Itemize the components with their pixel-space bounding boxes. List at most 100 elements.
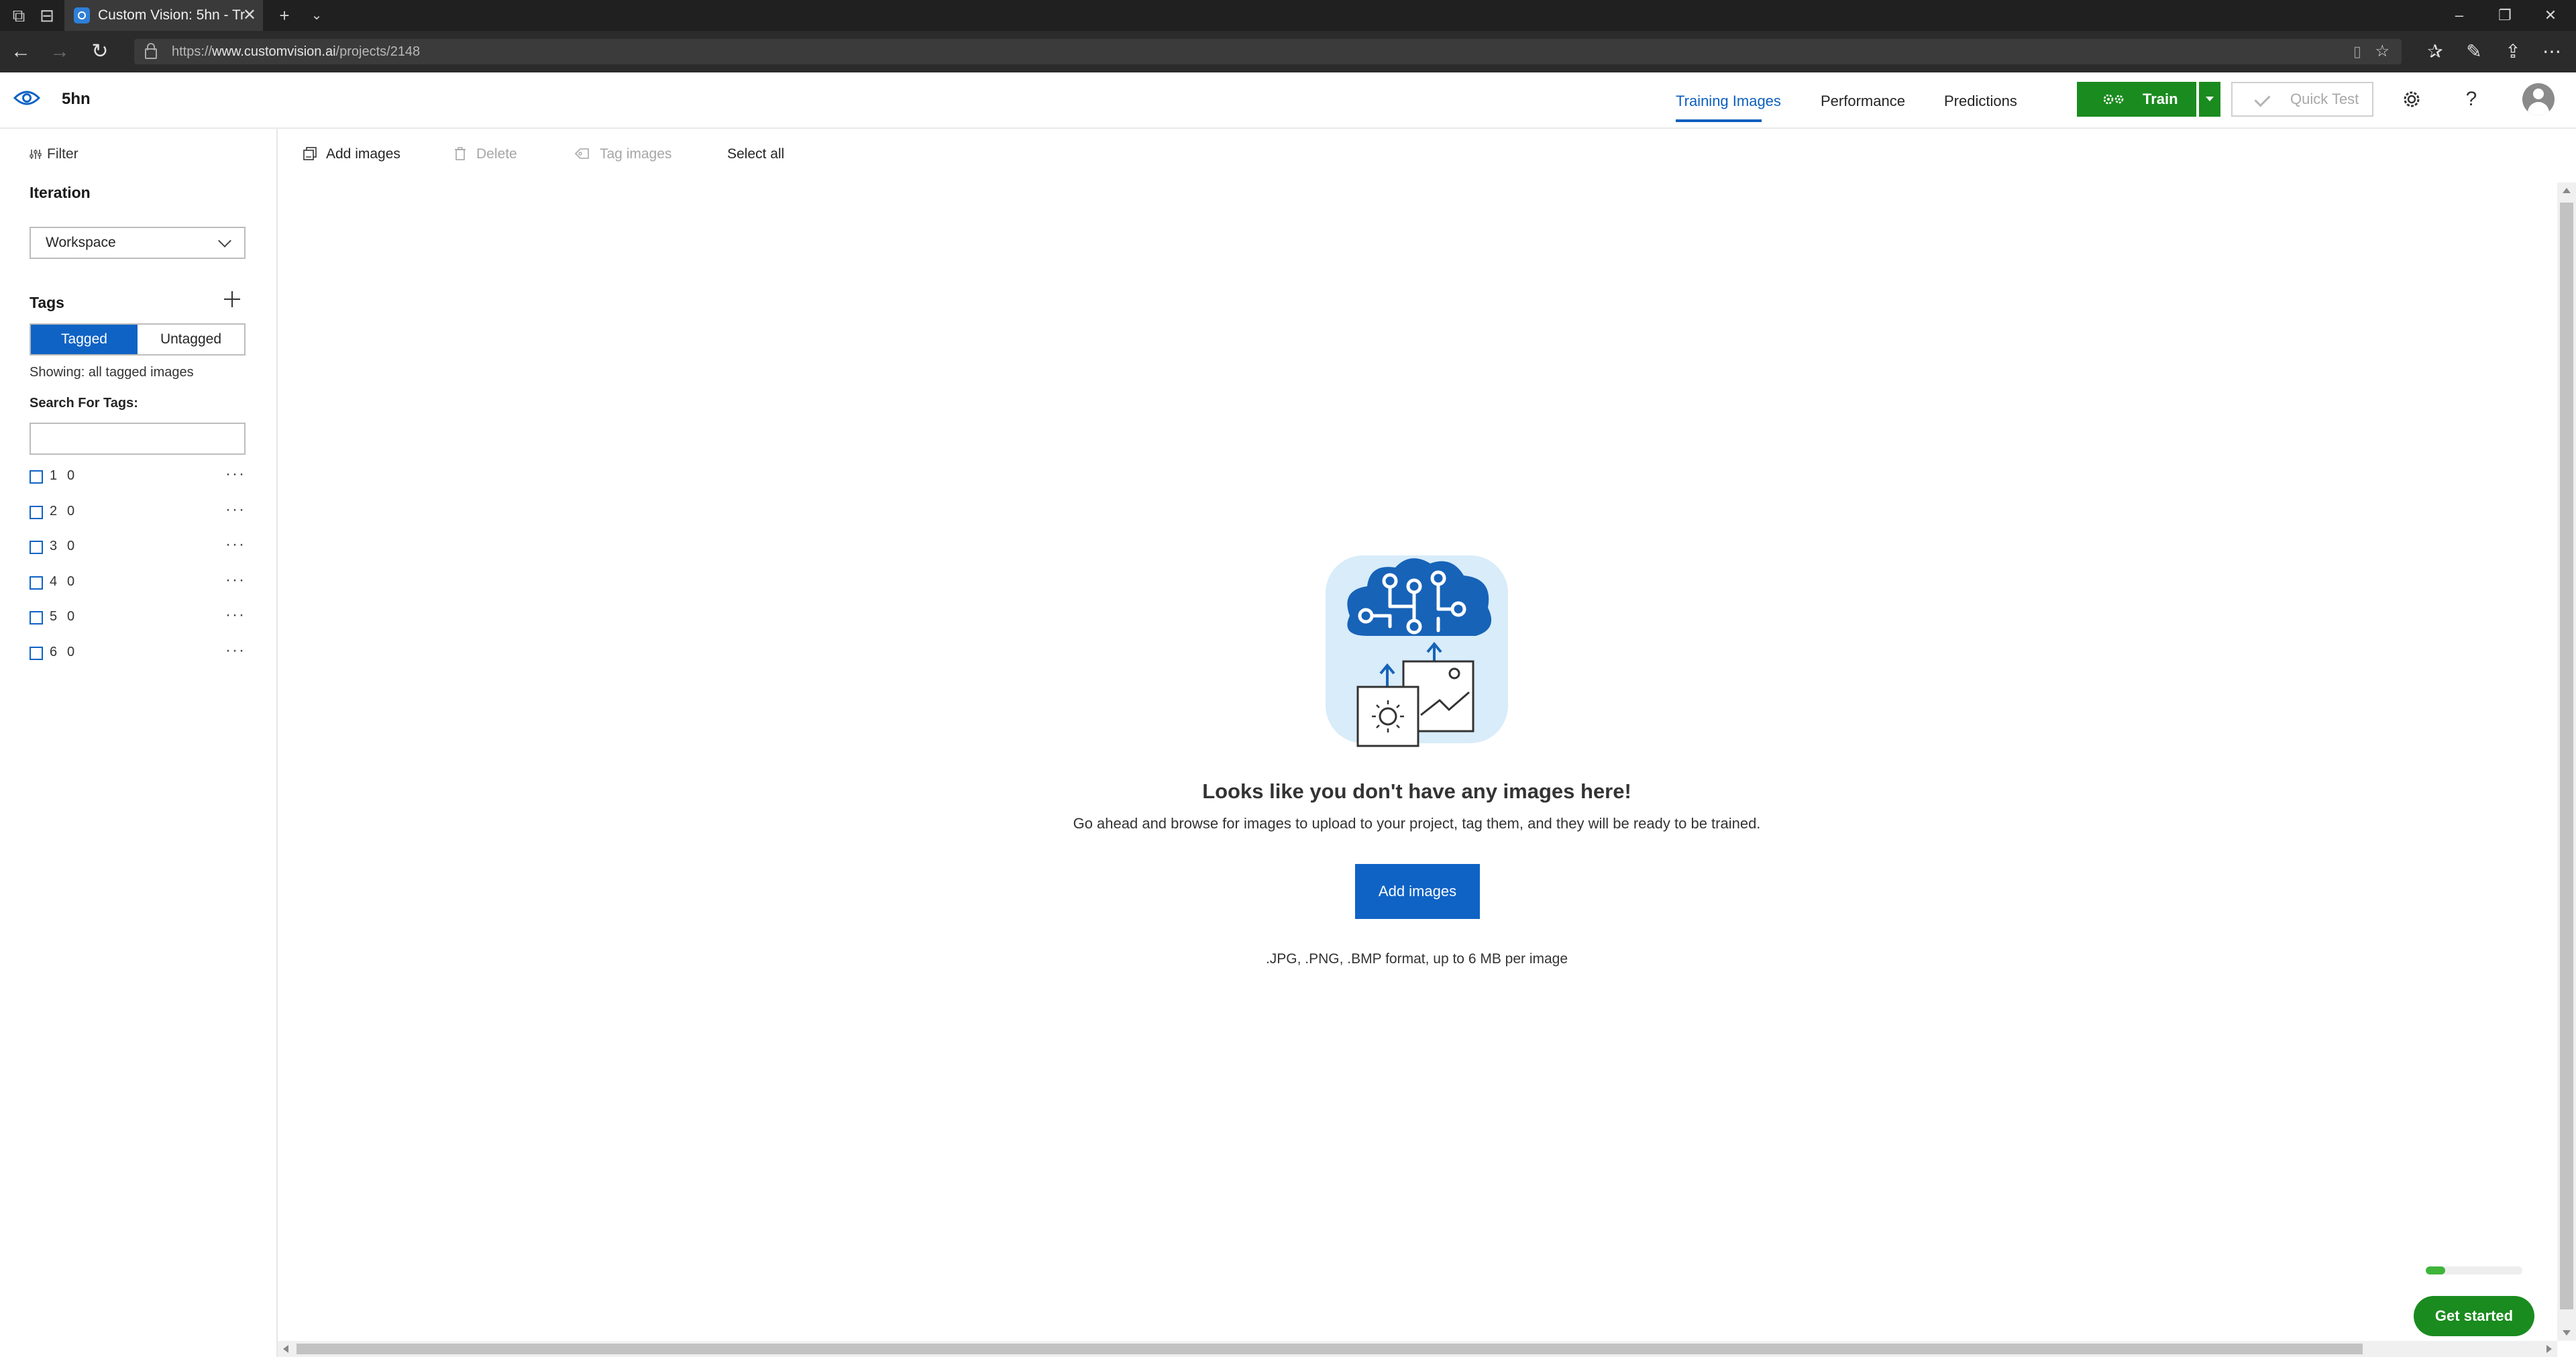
tag-item[interactable]: 6 0 ··· [30, 641, 246, 667]
filter-sliders-icon [30, 150, 42, 159]
trash-icon [455, 147, 466, 160]
favorite-star-icon[interactable]: ☆ [2375, 39, 2390, 64]
tab-list-chevron-icon[interactable]: ⌄ [303, 0, 330, 31]
tag-name: 2 [50, 504, 58, 519]
url-field[interactable]: https://www.customvision.ai/projects/214… [134, 39, 2402, 64]
tag-item[interactable]: 5 0 ··· [30, 605, 246, 632]
tag-images-button[interactable]: Tag images [574, 142, 672, 166]
horizontal-scrollbar[interactable] [278, 1341, 2557, 1357]
get-started-button[interactable]: Get started [2414, 1296, 2534, 1336]
tag-name: 6 [50, 645, 58, 659]
quick-test-button[interactable]: Quick Test [2231, 82, 2373, 117]
tag-item[interactable]: 2 0 ··· [30, 500, 246, 527]
quick-test-label: Quick Test [2290, 91, 2359, 107]
more-options-icon[interactable]: ··· [225, 641, 246, 661]
tag-item[interactable]: 3 0 ··· [30, 535, 246, 561]
more-options-icon[interactable]: ··· [225, 570, 246, 590]
app-header: 5hn Training Images Performance Predicti… [0, 72, 2576, 129]
image-toolbar: Add images Delete Tag images Select all [278, 129, 2559, 182]
gears-icon [2103, 94, 2124, 105]
tab-training-images[interactable]: Training Images [1676, 89, 1781, 114]
scroll-left-icon[interactable] [283, 1345, 288, 1353]
close-tab-icon[interactable]: ✕ [243, 0, 256, 31]
tag-count: 0 [67, 645, 75, 659]
untagged-toggle-button[interactable]: Untagged [138, 325, 244, 354]
tagged-untagged-toggle: Tagged Untagged [30, 323, 246, 356]
forward-icon[interactable]: → [43, 31, 76, 72]
question-icon[interactable]: ? [2458, 86, 2485, 113]
tag-checkbox[interactable] [30, 611, 43, 625]
scroll-right-icon[interactable] [2546, 1345, 2552, 1353]
tagged-toggle-button[interactable]: Tagged [31, 325, 138, 354]
new-tab-icon[interactable]: + [271, 0, 298, 31]
scroll-down-icon[interactable] [2563, 1330, 2571, 1336]
scroll-up-icon[interactable] [2563, 188, 2571, 193]
more-options-icon[interactable]: ··· [225, 500, 246, 520]
tag-item[interactable]: 1 0 ··· [30, 464, 246, 491]
tag-checkbox[interactable] [30, 576, 43, 590]
avatar[interactable] [2522, 83, 2555, 115]
select-all-button[interactable]: Select all [727, 142, 784, 166]
iteration-select[interactable]: Workspace [30, 227, 246, 259]
tabs-aside-icon[interactable]: ⊟ [35, 0, 59, 31]
more-options-icon[interactable]: ··· [225, 464, 246, 484]
horizontal-scroll-thumb[interactable] [297, 1344, 2363, 1354]
restore-icon[interactable]: ❐ [2485, 0, 2525, 31]
tag-checkbox[interactable] [30, 647, 43, 660]
url-prefix: https:// [172, 44, 213, 59]
notes-pen-icon[interactable]: ✎ [2455, 31, 2493, 72]
add-images-toolbar-button[interactable]: Add images [303, 142, 400, 166]
delete-button[interactable]: Delete [453, 142, 517, 166]
train-label: Train [2143, 91, 2178, 107]
tag-images-label: Tag images [600, 146, 672, 162]
onboarding-progress-bar [2426, 1266, 2522, 1274]
tag-icon [574, 148, 589, 159]
onboarding-progress-fill [2426, 1266, 2445, 1274]
browser-tab[interactable]: Custom Vision: 5hn - Tr ✕ [64, 0, 263, 31]
train-button[interactable]: Train [2077, 82, 2196, 117]
tab-performance[interactable]: Performance [1821, 89, 1905, 114]
add-images-button[interactable]: Add images [1355, 864, 1480, 919]
filter-label: Filter [47, 146, 78, 162]
project-name[interactable]: 5hn [62, 87, 91, 111]
refresh-icon[interactable]: ↻ [83, 31, 117, 72]
tag-checkbox[interactable] [30, 506, 43, 519]
tab-title: Custom Vision: 5hn - Tr [98, 7, 246, 23]
vertical-scroll-thumb[interactable] [2560, 203, 2573, 1309]
search-tags-input[interactable] [30, 423, 246, 455]
lock-icon [145, 43, 157, 59]
more-icon[interactable]: ⋯ [2533, 31, 2571, 72]
tag-count: 0 [67, 504, 75, 519]
active-tab-indicator [1676, 119, 1762, 122]
reading-view-icon[interactable]: ▯ [2353, 39, 2361, 64]
tag-name: 3 [50, 539, 58, 553]
delete-label: Delete [476, 146, 517, 162]
back-icon[interactable]: ← [4, 31, 38, 72]
tag-checkbox[interactable] [30, 541, 43, 554]
gear-icon[interactable] [2400, 87, 2424, 111]
tag-name: 4 [50, 574, 58, 589]
filter-button[interactable]: Filter [30, 142, 78, 166]
favorites-icon[interactable]: ✰ [2416, 31, 2454, 72]
supported-formats-note: .JPG, .PNG, .BMP format, up to 6 MB per … [1265, 951, 1568, 967]
close-window-icon[interactable]: ✕ [2530, 0, 2571, 31]
tag-item[interactable]: 4 0 ··· [30, 570, 246, 597]
custom-vision-favicon-icon [74, 7, 90, 23]
tab-predictions[interactable]: Predictions [1944, 89, 2017, 114]
checkmark-icon [2254, 91, 2271, 107]
add-images-label: Add images [326, 146, 400, 162]
vertical-scrollbar[interactable] [2557, 182, 2576, 1341]
tab-actions-icon[interactable]: ⧉ [7, 0, 31, 31]
share-icon[interactable]: ⇪ [2494, 31, 2532, 72]
upload-images-illustration [1326, 555, 1508, 747]
url-host: www.customvision.ai [212, 44, 336, 59]
more-options-icon[interactable]: ··· [225, 535, 246, 555]
tag-count: 0 [67, 539, 75, 553]
url-path: /projects/2148 [335, 44, 421, 59]
minimize-icon[interactable]: – [2439, 0, 2479, 31]
add-tag-icon[interactable] [220, 287, 244, 311]
more-options-icon[interactable]: ··· [225, 605, 246, 625]
train-options-dropdown[interactable] [2199, 82, 2220, 117]
tag-checkbox[interactable] [30, 470, 43, 484]
eye-icon[interactable] [13, 89, 40, 107]
